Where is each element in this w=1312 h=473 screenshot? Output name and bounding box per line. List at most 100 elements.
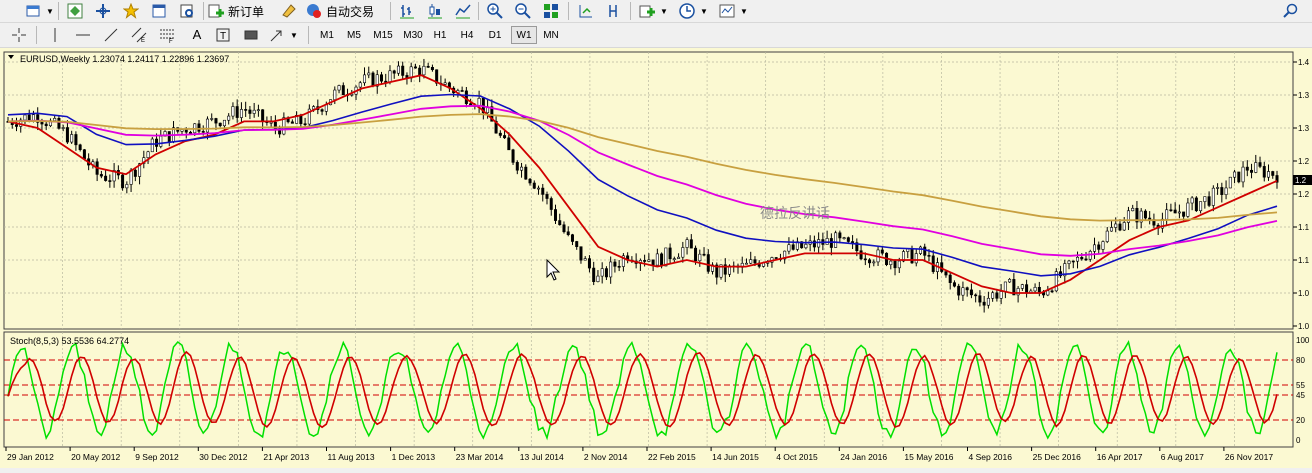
crosshair-move-button[interactable]: [92, 2, 114, 20]
candle-body: [515, 162, 519, 171]
chart-shift-button[interactable]: [602, 2, 624, 20]
candle-body: [146, 151, 150, 158]
new-chart-dropdown[interactable]: ▼: [44, 2, 56, 20]
symbol-info: EURUSD,Weekly 1.23074 1.24117 1.22896 1.…: [20, 54, 229, 64]
indicators-dropdown[interactable]: ▼: [658, 2, 670, 20]
indicators-button[interactable]: [636, 2, 658, 20]
candle-body: [1003, 281, 1007, 292]
candle-body: [1114, 223, 1118, 228]
line-chart-icon: [455, 3, 471, 19]
chart-window[interactable]: EURUSD,Weekly 1.23074 1.24117 1.22896 1.…: [0, 48, 1312, 468]
candle-body: [1084, 258, 1088, 261]
candle-body: [579, 246, 583, 261]
templates-button[interactable]: [716, 2, 738, 20]
candle-body: [668, 247, 672, 260]
tile-windows-button[interactable]: [540, 2, 562, 20]
timeframe-m30[interactable]: M30: [398, 26, 428, 44]
periods-dropdown[interactable]: ▼: [698, 2, 710, 20]
autotrading-button[interactable]: 自动交易: [306, 2, 384, 20]
autoscroll-button[interactable]: [574, 2, 596, 20]
timeframe-m15[interactable]: M15: [368, 26, 398, 44]
candle-body: [545, 194, 549, 199]
timeframe-d1[interactable]: D1: [483, 26, 507, 44]
date-axis-label: 29 Jan 2012: [7, 452, 54, 462]
timeframe-h1[interactable]: H1: [428, 26, 452, 44]
candle-body: [859, 250, 863, 260]
candle-body: [694, 247, 698, 262]
candle-body: [1143, 210, 1147, 219]
candle-body: [108, 180, 112, 182]
arrows-button[interactable]: [266, 26, 288, 44]
candle-body: [698, 253, 702, 262]
metaeditor-button[interactable]: [278, 2, 300, 20]
equidistant-channel-button[interactable]: E: [128, 26, 150, 44]
candle-body: [575, 241, 579, 247]
candle-body: [961, 287, 965, 296]
candle-body: [995, 292, 999, 299]
zoom-in-button[interactable]: [484, 2, 506, 20]
text-button[interactable]: A: [186, 26, 208, 44]
line-chart-button[interactable]: [452, 2, 474, 20]
candle-body: [587, 258, 591, 269]
candle-body: [1207, 196, 1211, 206]
templates-dropdown[interactable]: ▼: [738, 2, 750, 20]
candle-body: [40, 122, 44, 125]
timeframe-m1[interactable]: M1: [314, 26, 340, 44]
candle-body: [613, 261, 617, 267]
candle-body: [363, 74, 367, 84]
arrows-dropdown[interactable]: ▼: [288, 26, 300, 44]
candle-body: [706, 254, 710, 272]
text-label-button[interactable]: T: [212, 26, 234, 44]
chart-canvas[interactable]: EURUSD,Weekly 1.23074 1.24117 1.22896 1.…: [0, 48, 1312, 468]
crosshair-button[interactable]: [6, 26, 32, 44]
date-axis-label: 15 May 2016: [904, 452, 953, 462]
search-button[interactable]: [1280, 2, 1302, 20]
periods-button[interactable]: [676, 2, 698, 20]
zoom-out-button[interactable]: [512, 2, 534, 20]
date-axis-label: 2 Nov 2014: [584, 452, 628, 462]
strategy-tester-button[interactable]: [176, 2, 198, 20]
candle-body: [1241, 166, 1245, 183]
bar-chart-button[interactable]: [396, 2, 418, 20]
horizontal-line-button[interactable]: [72, 26, 94, 44]
timeframe-h4[interactable]: H4: [455, 26, 479, 44]
candle-body: [150, 138, 154, 153]
date-axis-label: 16 Apr 2017: [1097, 452, 1143, 462]
stochastic-axis-label: 20: [1296, 416, 1305, 425]
date-axis-label: 23 Mar 2014: [456, 452, 504, 462]
candle-body: [1254, 162, 1258, 173]
candle-body: [155, 138, 159, 147]
arrow-button[interactable]: [240, 26, 262, 44]
candle-body: [952, 282, 956, 287]
candle-body: [1093, 244, 1097, 252]
candle-body: [184, 129, 188, 133]
candle-body: [880, 249, 884, 254]
timeframe-w1[interactable]: W1: [511, 26, 537, 44]
candlestick-button[interactable]: [424, 2, 446, 20]
new-chart-button[interactable]: [22, 2, 44, 20]
candle-body: [299, 114, 303, 125]
fibonacci-button[interactable]: F: [156, 26, 178, 45]
dropdown-arrow-icon: ▼: [660, 6, 668, 16]
timeframe-m5[interactable]: M5: [341, 26, 367, 44]
new-order-button[interactable]: 新订单: [208, 2, 270, 20]
timeframe-mn[interactable]: MN: [538, 26, 564, 44]
candle-body: [609, 261, 613, 278]
profiles-button[interactable]: [64, 2, 86, 20]
candle-body: [23, 114, 27, 121]
date-axis: 29 Jan 2012 20 May 2012 9 Sep 2012 30 Dec 2…: [5, 447, 1273, 462]
candle-body: [320, 109, 324, 112]
price-axis-label: 1.1: [1298, 223, 1310, 232]
candle-body: [392, 70, 396, 74]
dropdown-arrow-icon: ▼: [700, 6, 708, 16]
candle-body: [201, 131, 205, 133]
candle-body: [248, 109, 252, 114]
candle-body: [418, 67, 422, 76]
favorites-button[interactable]: [120, 2, 142, 20]
candle-body: [851, 241, 855, 243]
date-axis-label: 13 Jul 2014: [520, 452, 564, 462]
data-window-button[interactable]: [148, 2, 170, 20]
vertical-line-button[interactable]: [44, 26, 66, 44]
trendline-button[interactable]: [100, 26, 122, 44]
candle-body: [460, 90, 464, 92]
